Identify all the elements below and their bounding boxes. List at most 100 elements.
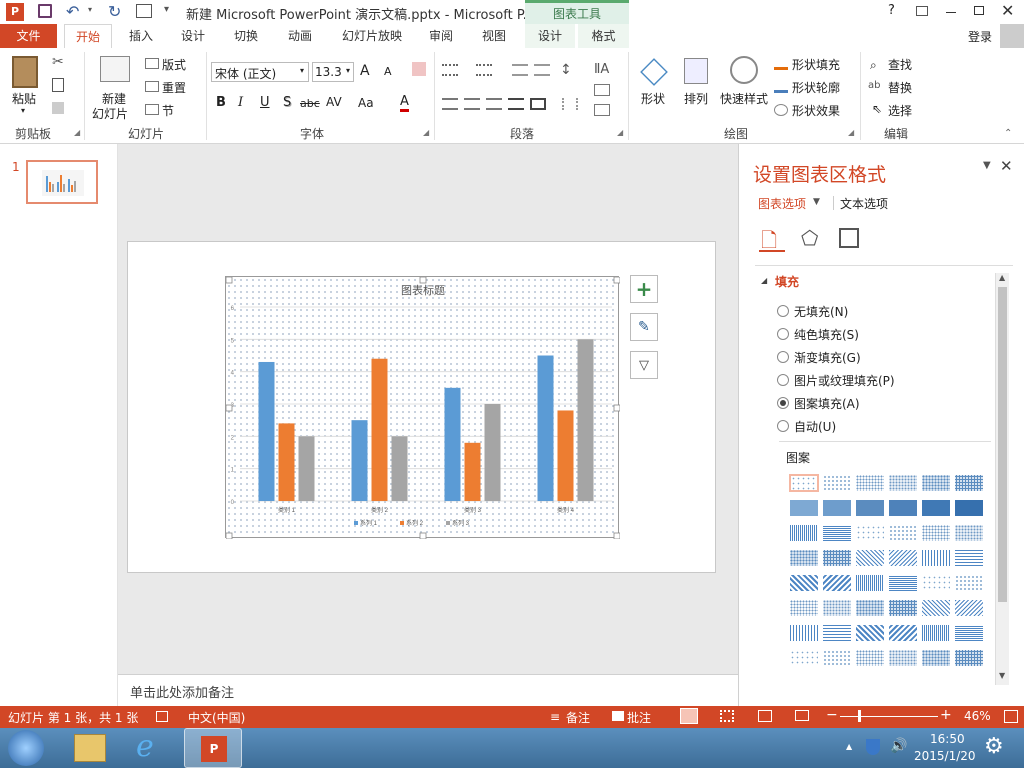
- increase-font-icon[interactable]: A: [360, 63, 370, 79]
- pattern-swatch[interactable]: [822, 499, 852, 517]
- brightness-settings-icon[interactable]: ⚙: [984, 734, 1004, 759]
- fill-option-label[interactable]: 自动(U): [794, 418, 836, 435]
- pattern-swatch[interactable]: [921, 499, 951, 517]
- pattern-swatch[interactable]: [954, 499, 984, 517]
- clear-formatting-icon[interactable]: [412, 62, 426, 76]
- tab-slideshow[interactable]: 幻灯片放映: [332, 24, 412, 48]
- tab-chart-format[interactable]: 格式: [578, 24, 629, 48]
- quick-styles-icon[interactable]: [730, 56, 758, 84]
- slide-canvas[interactable]: 图表标题0123456类别 1类别 2类别 3类别 4系列 1系列 2系列 3: [127, 241, 716, 573]
- pattern-swatch[interactable]: [921, 624, 951, 642]
- align-left-icon[interactable]: [442, 98, 458, 110]
- volume-icon[interactable]: 🔊: [890, 738, 907, 754]
- customize-toolbar-icon[interactable]: ▾: [164, 4, 169, 15]
- fill-option-radio[interactable]: [777, 351, 789, 363]
- new-slide-button-line2[interactable]: 幻灯片: [92, 105, 128, 122]
- align-right-icon[interactable]: [486, 98, 502, 110]
- columns-icon[interactable]: [562, 98, 578, 110]
- pattern-swatch[interactable]: [789, 474, 819, 492]
- pattern-swatch[interactable]: [789, 549, 819, 567]
- change-case-button[interactable]: Aa: [358, 96, 374, 110]
- slideshow-view-icon[interactable]: [795, 710, 809, 721]
- pattern-swatch[interactable]: [921, 549, 951, 567]
- pattern-swatch[interactable]: [855, 599, 885, 617]
- cut-icon[interactable]: ✂: [52, 54, 64, 70]
- help-button[interactable]: ?: [888, 3, 895, 18]
- font-launcher-icon[interactable]: ◢: [423, 128, 429, 137]
- ribbon-display-options-icon[interactable]: [916, 6, 928, 16]
- clock-date[interactable]: 2015/1/20: [914, 749, 976, 763]
- pattern-swatch[interactable]: [855, 649, 885, 667]
- pattern-swatch[interactable]: [954, 524, 984, 542]
- paste-icon[interactable]: [12, 56, 38, 88]
- undo-icon[interactable]: ↶: [66, 2, 79, 21]
- decrease-font-icon[interactable]: A: [384, 65, 392, 78]
- pattern-swatch[interactable]: [789, 524, 819, 542]
- pattern-swatch[interactable]: [888, 474, 918, 492]
- pattern-swatch[interactable]: [921, 474, 951, 492]
- tab-review[interactable]: 审阅: [418, 24, 464, 48]
- notes-pane[interactable]: 单击此处添加备注: [118, 674, 738, 706]
- paste-dropdown-icon[interactable]: ▾: [21, 106, 25, 115]
- align-text-icon[interactable]: [594, 84, 610, 96]
- security-shield-icon[interactable]: [866, 739, 880, 755]
- shadow-icon[interactable]: S: [283, 95, 291, 110]
- minimize-icon[interactable]: [946, 12, 956, 13]
- comments-icon[interactable]: [612, 711, 624, 721]
- decrease-indent-icon[interactable]: [512, 64, 528, 76]
- fill-section-header[interactable]: 填充: [775, 273, 799, 290]
- notes-toggle-icon[interactable]: ≡: [550, 710, 560, 724]
- pattern-swatch[interactable]: [954, 624, 984, 642]
- strikethrough-icon[interactable]: abc: [300, 97, 320, 110]
- close-pane-icon[interactable]: ✕: [1000, 157, 1013, 175]
- quick-styles-button[interactable]: 快速样式: [720, 90, 768, 107]
- chart-elements-button[interactable]: +: [630, 275, 658, 303]
- find-button[interactable]: 查找: [888, 56, 912, 73]
- pattern-swatch[interactable]: [921, 524, 951, 542]
- zoom-level[interactable]: 46%: [964, 709, 991, 723]
- tab-transitions[interactable]: 切换: [222, 24, 270, 48]
- reading-view-icon[interactable]: [758, 710, 772, 722]
- pattern-swatch[interactable]: [954, 649, 984, 667]
- format-painter-icon[interactable]: [52, 102, 64, 114]
- pattern-swatch[interactable]: [822, 649, 852, 667]
- paragraph-launcher-icon[interactable]: ◢: [617, 128, 623, 137]
- tab-file[interactable]: 文件: [0, 24, 57, 48]
- pattern-swatch[interactable]: [954, 599, 984, 617]
- clock-time[interactable]: 16:50: [930, 732, 965, 746]
- pane-options-dropdown-icon[interactable]: ▼: [983, 160, 991, 171]
- tab-insert[interactable]: 插入: [118, 24, 164, 48]
- new-slide-icon[interactable]: [100, 56, 130, 82]
- show-hidden-icons[interactable]: ▲: [846, 742, 852, 751]
- redo-icon[interactable]: ↻: [108, 2, 121, 21]
- slide-sorter-icon[interactable]: [720, 710, 734, 722]
- align-center-icon[interactable]: [464, 98, 480, 110]
- pattern-swatch[interactable]: [954, 549, 984, 567]
- start-from-beginning-icon[interactable]: [136, 4, 152, 18]
- bullets-icon[interactable]: [442, 64, 458, 76]
- distributed-icon[interactable]: [530, 98, 546, 110]
- tab-view[interactable]: 视图: [470, 24, 518, 48]
- pattern-swatch[interactable]: [789, 649, 819, 667]
- scroll-thumb[interactable]: [998, 287, 1007, 602]
- fill-option-label[interactable]: 无填充(N): [794, 303, 848, 320]
- save-icon[interactable]: [38, 4, 52, 18]
- bold-icon[interactable]: B: [216, 95, 226, 110]
- copy-icon[interactable]: [52, 78, 64, 92]
- fill-option-label[interactable]: 图案填充(A): [794, 395, 860, 412]
- pattern-swatch[interactable]: [888, 599, 918, 617]
- italic-icon[interactable]: I: [238, 95, 243, 110]
- pattern-swatch[interactable]: [921, 599, 951, 617]
- shape-effects-button[interactable]: 形状效果: [792, 102, 840, 119]
- increase-indent-icon[interactable]: [534, 64, 550, 76]
- select-button[interactable]: 选择: [888, 102, 912, 119]
- comments-toggle[interactable]: 批注: [627, 709, 651, 726]
- pattern-swatch[interactable]: [921, 649, 951, 667]
- fit-slide-icon[interactable]: [1004, 710, 1018, 723]
- zoom-in-icon[interactable]: +: [940, 707, 952, 723]
- pattern-swatch[interactable]: [789, 574, 819, 592]
- chart-options-dropdown-icon[interactable]: ▼: [813, 197, 820, 207]
- file-explorer-icon[interactable]: [74, 734, 106, 762]
- pattern-swatch[interactable]: [855, 549, 885, 567]
- pattern-swatch[interactable]: [888, 549, 918, 567]
